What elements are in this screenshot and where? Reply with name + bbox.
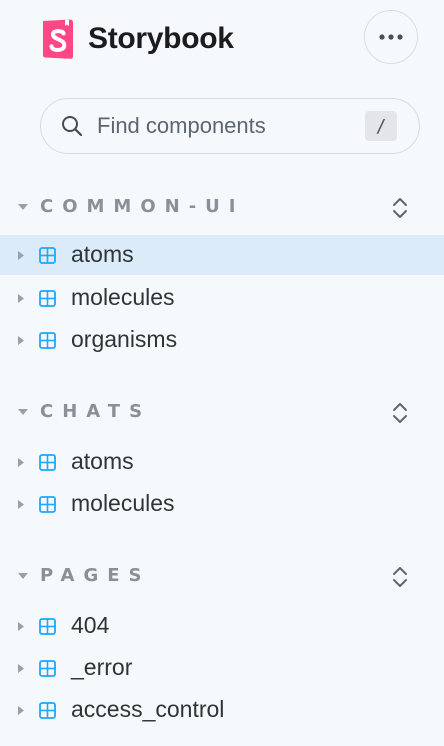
component-icon (39, 660, 56, 677)
caret-right-icon (18, 500, 24, 509)
tree-item-chats-atoms[interactable]: atoms (0, 442, 444, 482)
expand-collapse-icon[interactable] (390, 565, 410, 589)
component-icon (39, 702, 56, 719)
component-icon (39, 454, 56, 471)
search-box[interactable]: / (40, 98, 420, 154)
expand-collapse-icon[interactable] (390, 196, 410, 220)
tree-item-label: _error (71, 654, 133, 680)
ellipsis-icon (379, 34, 403, 40)
component-icon (39, 290, 56, 307)
section-title: CHATS (40, 401, 152, 422)
search-icon (62, 116, 83, 137)
sidebar: Storybook / COMMON-UI atoms molecules (0, 0, 444, 746)
search-shortcut-badge: / (365, 111, 397, 141)
component-icon (39, 496, 56, 513)
caret-right-icon (18, 706, 24, 715)
tree-item-pages-error[interactable]: _error (0, 648, 444, 688)
tree-item-common-ui-organisms[interactable]: organisms (0, 320, 444, 360)
brand-name: Storybook (88, 22, 234, 55)
tree-item-label: molecules (71, 284, 175, 310)
tree-item-pages-access-control[interactable]: access_control (0, 690, 444, 730)
section-header-pages[interactable]: PAGES (0, 561, 444, 593)
caret-right-icon (18, 294, 24, 303)
tree-item-label: molecules (71, 490, 175, 516)
storybook-logo-icon (43, 19, 73, 59)
section-title: PAGES (40, 565, 151, 586)
tree-item-pages-404[interactable]: 404 (0, 606, 444, 646)
component-icon (39, 618, 56, 635)
section-title: COMMON-UI (40, 196, 245, 217)
section-header-common-ui[interactable]: COMMON-UI (0, 192, 444, 224)
caret-right-icon (18, 622, 24, 631)
tree-item-label: atoms (71, 448, 134, 474)
component-icon (39, 332, 56, 349)
tree-item-common-ui-atoms[interactable]: atoms (0, 235, 444, 275)
component-icon (39, 247, 56, 264)
caret-down-icon (18, 409, 28, 415)
tree-item-label: 404 (71, 612, 110, 638)
caret-right-icon (18, 458, 24, 467)
tree-item-label: access_control (71, 696, 225, 722)
tree-item-chats-molecules[interactable]: molecules (0, 484, 444, 524)
caret-down-icon (18, 204, 28, 210)
caret-right-icon (18, 664, 24, 673)
tree-item-label: organisms (71, 326, 178, 352)
more-options-button[interactable] (364, 10, 418, 64)
caret-down-icon (18, 573, 28, 579)
brand[interactable]: Storybook (40, 18, 234, 60)
expand-collapse-icon[interactable] (390, 401, 410, 425)
tree-item-label: atoms (71, 241, 134, 267)
caret-right-icon (18, 251, 24, 260)
tree-item-common-ui-molecules[interactable]: molecules (0, 278, 444, 318)
caret-right-icon (18, 336, 24, 345)
section-header-chats[interactable]: CHATS (0, 397, 444, 429)
search-input[interactable] (97, 107, 387, 145)
